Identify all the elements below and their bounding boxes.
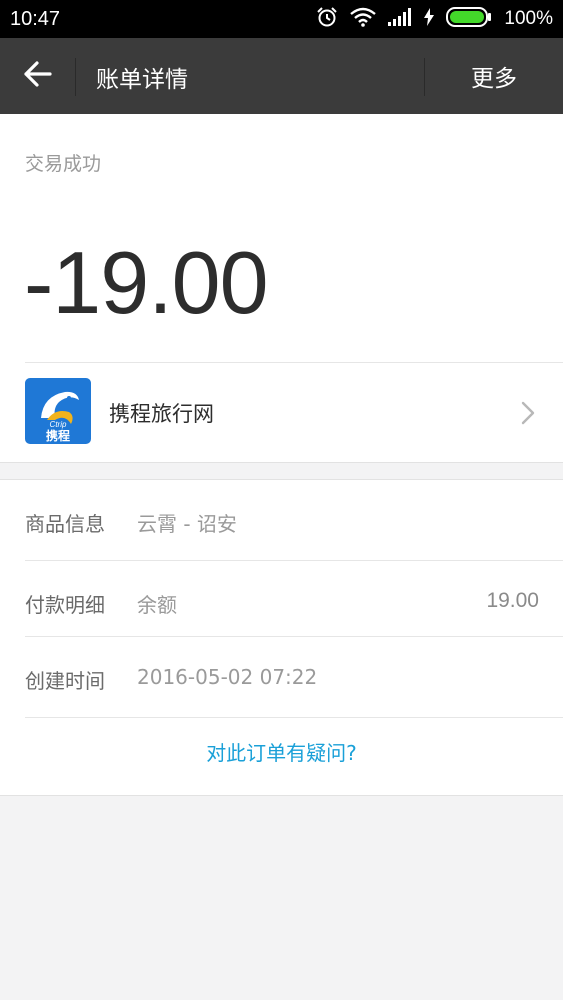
detail-label: 商品信息 [25, 512, 105, 536]
order-details: 商品信息 云霄 - 诏安 付款明细 余额 19.00 创建时间 2016-05-… [0, 479, 563, 796]
logo-text: 携程 [46, 428, 70, 443]
detail-row-created-time: 创建时间 2016-05-02 07:22 [0, 637, 563, 717]
transaction-amount: -19.00 [24, 233, 269, 332]
transaction-status: 交易成功 [25, 153, 102, 175]
charging-icon [424, 7, 435, 31]
battery-icon [446, 6, 492, 32]
signal-icon [388, 7, 412, 31]
detail-value: 余额 [137, 593, 177, 617]
chevron-right-icon [520, 400, 536, 430]
page-title: 账单详情 [96, 67, 188, 93]
detail-value: 云霄 - 诏安 [137, 512, 237, 536]
detail-value: 2016-05-02 07:22 [137, 665, 318, 689]
transaction-summary: 交易成功 -19.00 Ctrip 携程 携程旅行网 [0, 114, 563, 463]
status-icons: 100% [316, 6, 553, 33]
detail-label: 付款明细 [25, 593, 105, 617]
merchant-name: 携程旅行网 [109, 402, 214, 426]
detail-amount: 19.00 [486, 589, 539, 612]
status-bar: 10:47 100% [0, 0, 563, 38]
detail-label: 创建时间 [25, 669, 105, 693]
order-question-link[interactable]: 对此订单有疑问? [0, 737, 563, 777]
status-time: 10:47 [10, 7, 61, 30]
more-button[interactable]: 更多 [425, 38, 563, 114]
back-arrow-icon [24, 61, 52, 91]
divider [25, 717, 563, 718]
divider [75, 58, 76, 96]
logo-brand-text: Ctrip [50, 420, 67, 429]
merchant-logo: Ctrip 携程 [25, 378, 91, 444]
merchant-row[interactable]: Ctrip 携程 携程旅行网 [0, 363, 563, 462]
battery-percent: 100% [504, 8, 553, 29]
alarm-icon [316, 6, 338, 33]
detail-row-payment: 付款明细 余额 19.00 [0, 561, 563, 641]
app-bar: 账单详情 更多 [0, 38, 563, 114]
detail-row-product: 商品信息 云霄 - 诏安 [0, 480, 563, 560]
back-button[interactable] [14, 54, 62, 98]
wifi-icon [350, 7, 377, 32]
